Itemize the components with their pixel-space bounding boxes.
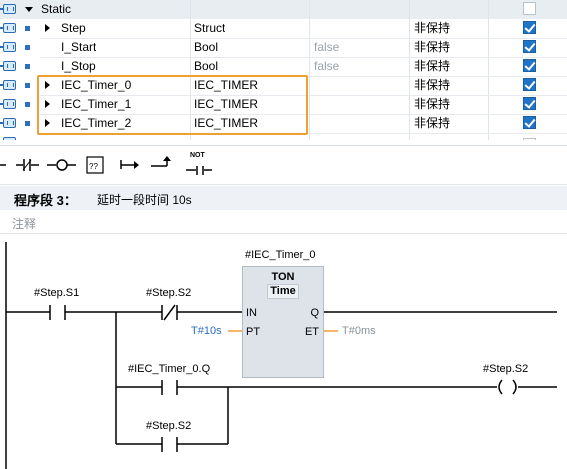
contact-step-s2-nc[interactable]	[161, 304, 178, 321]
contact4-operand[interactable]: #Step.S2	[146, 420, 191, 432]
row-name: I_Stop	[61, 59, 96, 73]
column-separator	[409, 0, 410, 140]
pin-in: IN	[246, 307, 257, 319]
contact-iec-timer-q[interactable]	[161, 380, 178, 395]
close-branch-icon[interactable]	[151, 156, 171, 167]
et-value[interactable]: T#0ms	[342, 325, 376, 337]
row-retain: 非保持	[414, 116, 451, 130]
row-retain: 非保持	[414, 78, 451, 92]
ton-timer-block[interactable]: TON Time IN PT Q ET	[242, 266, 324, 378]
row-marker-icon	[25, 26, 30, 31]
network-title[interactable]: 延时一段时间 10s	[97, 191, 192, 208]
variable-icon	[0, 23, 16, 33]
contact-step-s1[interactable]	[49, 305, 66, 320]
variable-icon	[0, 118, 16, 128]
contact3-operand[interactable]: #IEC_Timer_0.Q	[128, 363, 210, 375]
empty-box-icon[interactable]: ??	[86, 156, 104, 174]
variable-icon	[3, 137, 16, 140]
row-default[interactable]: false	[314, 57, 339, 76]
variable-table: Static Step Struct 非保持 I_Start Bool fals…	[0, 0, 567, 140]
checkbox[interactable]	[523, 59, 536, 72]
row-retain: 非保持	[414, 40, 451, 54]
not-icon[interactable]	[186, 166, 212, 175]
row-name: I_Start	[61, 40, 97, 54]
table-row-i-stop[interactable]: I_Stop Bool false 非保持	[0, 57, 567, 76]
contact2-operand[interactable]: #Step.S2	[146, 287, 191, 299]
checkbox[interactable]	[523, 78, 536, 91]
row-type: Struct	[194, 21, 226, 35]
row-marker-icon	[25, 121, 30, 126]
lad-toolbar: ?? NOT	[0, 145, 567, 185]
row-type: Bool	[194, 59, 219, 73]
pin-et: ET	[304, 326, 319, 338]
column-separator	[309, 0, 310, 140]
row-default[interactable]: false	[314, 38, 339, 57]
comment-placeholder[interactable]: 注释	[12, 215, 36, 232]
row-marker-icon	[25, 83, 30, 88]
table-row-step[interactable]: Step Struct 非保持	[0, 19, 567, 38]
coil-operand[interactable]: #Step.S2	[483, 363, 528, 375]
variable-icon	[0, 4, 16, 14]
row-marker-icon	[25, 64, 30, 69]
row-retain: 非保持	[414, 97, 451, 111]
contact1-operand[interactable]: #Step.S1	[34, 287, 79, 299]
network-label: 程序段 3：	[14, 193, 77, 208]
no-contact-icon[interactable]	[16, 159, 39, 171]
column-separator	[488, 0, 489, 140]
row-name: Step	[61, 21, 86, 35]
network-comment[interactable]: 注释	[0, 211, 567, 234]
row-type: Bool	[194, 40, 219, 54]
coil-icon[interactable]	[47, 159, 76, 171]
not-label: NOT	[190, 152, 205, 159]
checkbox[interactable]	[523, 97, 536, 110]
expand-icon[interactable]	[45, 24, 50, 32]
open-branch-icon[interactable]	[120, 160, 139, 169]
collapse-icon[interactable]	[25, 7, 33, 12]
checkbox[interactable]	[523, 138, 536, 140]
row-retain: 非保持	[414, 21, 451, 35]
contact-step-s2-parallel[interactable]	[161, 437, 178, 452]
network-header[interactable]: 程序段 3： 延时一段时间 10s	[0, 186, 567, 210]
variable-icon	[0, 61, 16, 71]
checkbox[interactable]	[523, 116, 536, 129]
checkbox[interactable]	[523, 21, 536, 34]
checkbox[interactable]	[523, 2, 536, 15]
row-retain: 非保持	[414, 59, 451, 73]
checkbox[interactable]	[523, 40, 536, 53]
timer-instance[interactable]: #IEC_Timer_0	[245, 249, 316, 261]
svg-text:??: ??	[89, 162, 98, 171]
pin-pt: PT	[246, 326, 261, 338]
highlight-box	[37, 75, 308, 135]
variable-icon	[0, 42, 16, 52]
variable-icon	[0, 80, 16, 90]
table-row-i-start[interactable]: I_Start Bool false 非保持	[0, 38, 567, 57]
row-marker-icon	[25, 45, 30, 50]
row-marker-icon	[25, 102, 30, 107]
row-divider	[40, 57, 567, 58]
timer-subtype[interactable]: Time	[267, 284, 299, 299]
pin-q: Q	[310, 307, 319, 319]
coil-step-s2[interactable]	[498, 379, 517, 395]
timer-type: TON	[271, 271, 295, 283]
variable-icon	[0, 99, 16, 109]
table-row-static[interactable]: Static	[0, 0, 567, 19]
row-divider	[40, 38, 567, 39]
pt-value[interactable]: T#10s	[191, 325, 222, 337]
row-name: Static	[41, 2, 72, 16]
ladder-diagram: #Step.S1 #Step.S2 #IEC_Timer_0 TON Time …	[0, 234, 567, 469]
